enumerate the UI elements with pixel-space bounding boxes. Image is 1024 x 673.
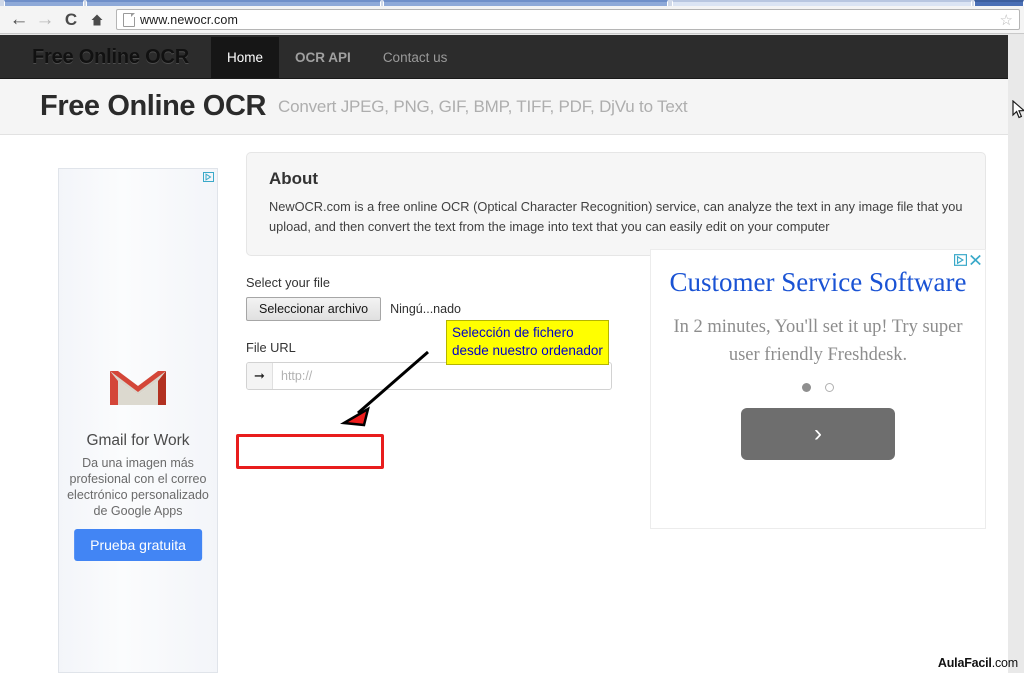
selected-file-name: Ningú...nado (390, 302, 461, 316)
close-icon[interactable] (969, 253, 982, 271)
ad-left-title: Gmail for Work (86, 432, 190, 449)
about-panel: About NewOCR.com is a free online OCR (O… (246, 152, 986, 256)
ad-right-headline: Customer Service Software (669, 267, 967, 297)
page-title: Free Online OCR (40, 90, 267, 122)
page-document-icon (123, 12, 135, 27)
annotation-callout: Selección de fichero desde nuestro orden… (446, 320, 609, 365)
annotation-callout-line1: Selección de fichero (452, 325, 574, 340)
gmail-logo-icon (108, 365, 168, 414)
ad-right-tagline: In 2 minutes, You'll set it up! Try supe… (673, 317, 963, 365)
back-arrow-icon[interactable]: ← (6, 7, 32, 33)
address-bar[interactable]: www.newocr.com ☆ (116, 9, 1020, 30)
page-content: Gmail for Work Da una imagen más profesi… (0, 135, 1008, 673)
nav-item-ocr-api[interactable]: OCR API (279, 37, 367, 78)
site-navbar: Free Online OCR Home OCR API Contact us (0, 35, 1008, 79)
annotation-callout-line2: desde nuestro ordenador (452, 343, 603, 358)
watermark-tld: .com (991, 656, 1018, 670)
nav-item-home[interactable]: Home (211, 36, 280, 78)
annotation-highlight-box (236, 434, 384, 469)
watermark-name: AulaFacil (937, 656, 992, 670)
ad-left-body: Da una imagen más profesional con el cor… (67, 456, 209, 518)
mouse-pointer-icon (1012, 99, 1024, 125)
watermark: AulaFacil.com (938, 656, 1018, 670)
arrow-right-icon: ➞ (247, 363, 273, 389)
adchoices-icon[interactable] (954, 253, 967, 271)
page-gutter (1008, 35, 1024, 673)
page-viewport: Free Online OCR Home OCR API Contact us … (0, 35, 1024, 673)
select-file-button[interactable]: Seleccionar archivo (246, 297, 382, 321)
adchoices-icon[interactable] (202, 171, 215, 183)
about-heading: About (269, 169, 319, 188)
page-header: Free Online OCR Convert JPEG, PNG, GIF, … (0, 79, 1008, 135)
about-text: NewOCR.com is a free online OCR (Optical… (269, 199, 963, 234)
screenshot-root: ← → C www.newocr.com ☆ Free Online OCR H… (0, 0, 1024, 673)
site-brand[interactable]: Free Online OCR (32, 46, 189, 69)
star-icon[interactable]: ☆ (1000, 12, 1013, 29)
file-url-row: ➞ (246, 362, 612, 390)
website-page: Free Online OCR Home OCR API Contact us … (0, 35, 1008, 673)
ad-left[interactable]: Gmail for Work Da una imagen más profesi… (58, 168, 218, 673)
ad-left-cta-button[interactable]: Prueba gratuita (74, 529, 202, 561)
carousel-dot-active[interactable] (802, 383, 811, 392)
nav-item-contact-us[interactable]: Contact us (367, 37, 464, 78)
forward-arrow-icon[interactable]: → (32, 7, 58, 33)
address-bar-url: www.newocr.com (140, 12, 238, 27)
page-subtitle: Convert JPEG, PNG, GIF, BMP, TIFF, PDF, … (278, 96, 688, 116)
ad-carousel-dots (651, 383, 985, 392)
reload-icon[interactable]: C (58, 7, 84, 33)
ad-next-button[interactable]: › (741, 408, 895, 460)
carousel-dot[interactable] (825, 383, 834, 392)
home-icon[interactable] (84, 7, 110, 33)
ad-right[interactable]: Customer Service Software In 2 minutes, … (650, 249, 986, 529)
ad-right-controls (954, 253, 982, 271)
file-url-input[interactable] (273, 363, 611, 389)
browser-toolbar: ← → C www.newocr.com ☆ (0, 6, 1024, 34)
